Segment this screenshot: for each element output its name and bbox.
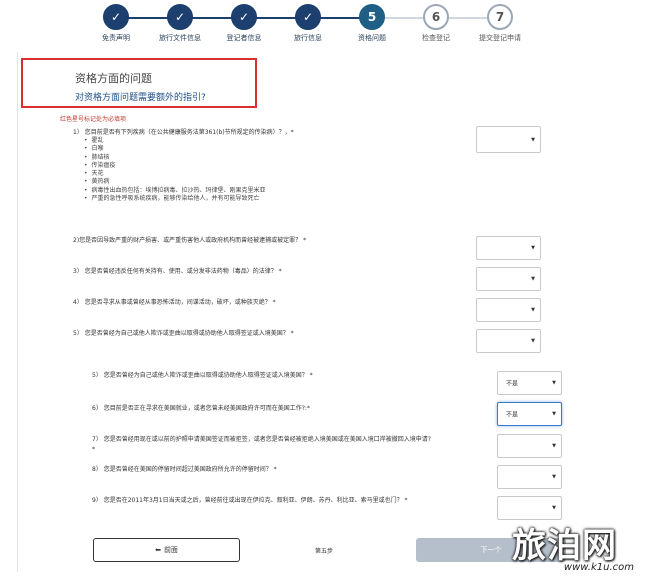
q5b-select[interactable]: 不是 ▼	[497, 371, 562, 395]
back-button-label: 前面	[163, 546, 178, 554]
q7-select[interactable]: ▼	[497, 434, 562, 458]
dropdown-arrow-icon: ▼	[531, 245, 535, 251]
list-item: 白喉	[84, 145, 266, 153]
watermark-logo: 旅泊网	[512, 526, 617, 566]
q1-select[interactable]: ▼	[476, 126, 541, 153]
question-5b: 5） 您是否曾经为自己或他人欺诈或歪曲以取得或协助他人取得签证或入境美国？ *	[92, 372, 313, 379]
list-item: 肺结核	[84, 154, 266, 162]
question-7-required: *	[92, 446, 95, 453]
question-4: 4） 您是否寻求从事或曾经从事恐怖活动，间谍活动，破坏，或种族灭绝？ *	[73, 299, 276, 306]
check-icon: ✓	[295, 4, 321, 30]
step-7: 7 提交登记申请	[460, 4, 540, 43]
step-indicator: 第五步	[315, 548, 334, 555]
step-number: 6	[423, 4, 449, 30]
question-9: 9） 您是否在2011年3月1日当天或之后，曾经前往或出现在伊拉克、叙利亚、伊朗…	[92, 497, 408, 504]
question-5: 5） 您是否曾经为自己或他人欺诈或歪曲以取得或协助他人取得签证或入境美国？ *	[73, 330, 294, 337]
step-number: 5	[359, 4, 385, 30]
list-item: 黄热病	[84, 178, 266, 186]
question-1: 1） 您目前是否有下列疾病（在公共健康服务法第361(b)节所规定的传染病）？，…	[73, 129, 294, 136]
watermark-url: www.k1u.com	[563, 562, 634, 573]
step-number: 7	[487, 4, 513, 30]
list-item: 传染瘟疫	[84, 162, 266, 170]
question-3: 3） 您是否曾经违反任何有关持有、使用、或分发非法药物（毒品）的法律？ *	[73, 268, 282, 275]
dropdown-arrow-icon: ▼	[531, 338, 535, 344]
question-6: 6） 您目前是否正在寻求在美国就业，或者您曾未经美国政府许可而在美国工作?:*	[92, 405, 310, 412]
dropdown-arrow-icon: ▼	[531, 307, 535, 313]
check-icon: ✓	[103, 4, 129, 30]
dropdown-arrow-icon: ▼	[552, 411, 556, 417]
list-item: 病毒性出血热包括：埃博拉病毒、拉沙热、玛律堡、刚果克里米亚	[84, 187, 266, 195]
q4-select[interactable]: ▼	[476, 298, 541, 322]
list-item: 天花	[84, 170, 266, 178]
question-8: 8） 您是否曾经在美国的停留时间超过美国政府所允许的停留时间？ *	[92, 466, 277, 473]
back-button[interactable]: ⬅ 前面	[93, 538, 240, 562]
q6-select[interactable]: 不是 ▼	[497, 402, 562, 426]
q8-select[interactable]: ▼	[497, 465, 562, 489]
select-value: 不是	[506, 380, 519, 388]
q3-select[interactable]: ▼	[476, 267, 541, 291]
select-value: 不是	[506, 411, 519, 419]
list-item: 严重的急性呼吸系统疾病，能够传染给他人，并有可能导致死亡	[84, 195, 266, 203]
next-button-label: 下一个	[480, 546, 502, 554]
q9-select[interactable]: ▼	[497, 496, 562, 520]
section-title: 资格方面的问题	[75, 72, 152, 85]
dropdown-arrow-icon: ▼	[552, 505, 556, 511]
help-link[interactable]: 对资格方面问题需要额外的指引?	[75, 90, 206, 103]
watermark: 旅泊网 www.k1u.com	[512, 518, 640, 580]
required-note: 红色星号标记处为必填项	[60, 116, 127, 123]
q5-select[interactable]: ▼	[476, 329, 541, 353]
check-icon: ✓	[231, 4, 257, 30]
dropdown-arrow-icon: ▼	[552, 380, 556, 386]
check-icon: ✓	[167, 4, 193, 30]
q2-select[interactable]: ▼	[476, 236, 541, 260]
disease-list: 霍乱 白喉 肺结核 传染瘟疫 天花 黄热病 病毒性出血热包括：埃博拉病毒、拉沙热…	[84, 137, 266, 203]
question-2: 2)您是否因导致严重的财产损害、或严重伤害他人或政府机构而曾经被逮捕或被定罪？ …	[73, 237, 307, 244]
progress-steps: ✓ 免责声明 ✓ 旅行文件信息 ✓ 登记者信息 ✓ 旅行信息 5 资格问题 6 …	[0, 0, 645, 50]
dropdown-arrow-icon: ▼	[552, 443, 556, 449]
dropdown-arrow-icon: ▼	[531, 276, 535, 282]
arrow-left-icon: ⬅	[155, 546, 161, 554]
dropdown-arrow-icon: ▼	[552, 474, 556, 480]
list-item: 霍乱	[84, 137, 266, 145]
question-7: 7） 您是否曾经用现在或以前的护照申请美国签证而被拒签，或者您是否曾经被拒绝入境…	[92, 436, 431, 443]
dropdown-arrow-icon: ▼	[531, 136, 535, 143]
step-label: 提交登记申请	[479, 34, 521, 42]
